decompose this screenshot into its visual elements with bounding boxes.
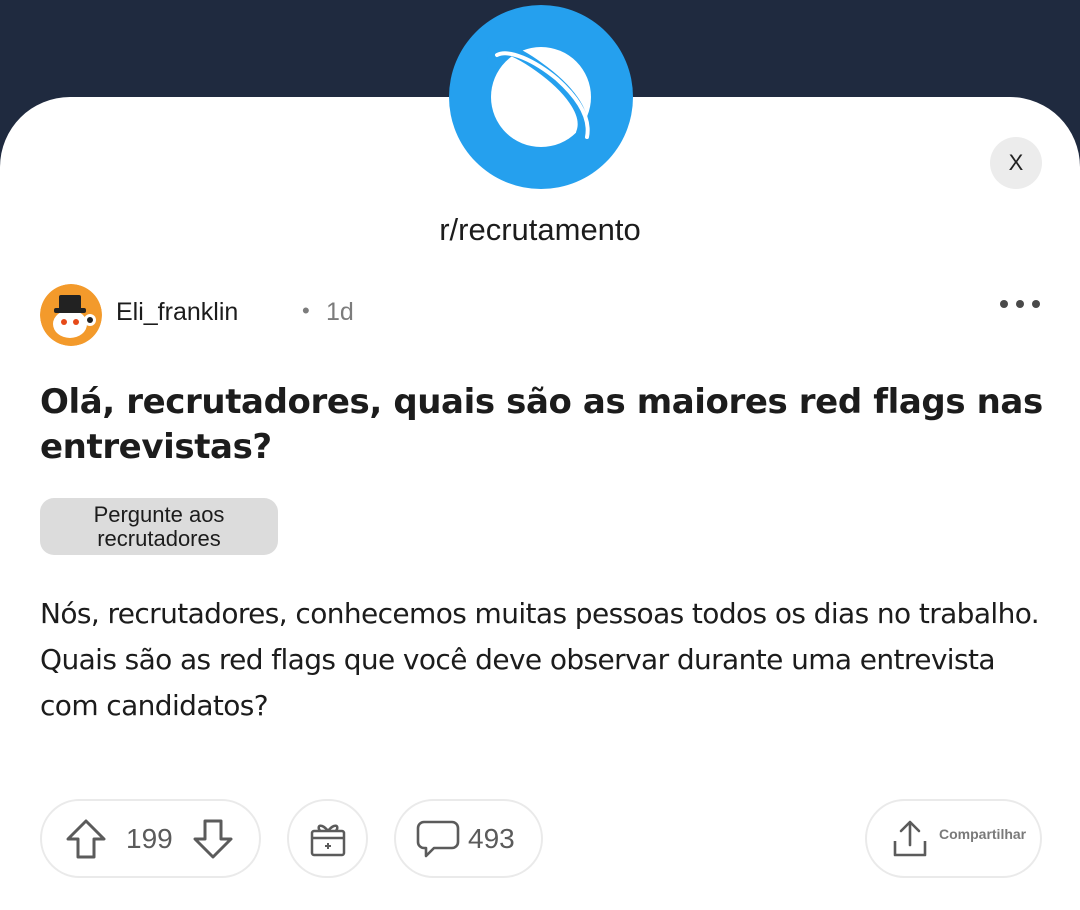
share-button[interactable]: Compartilhar — [865, 799, 1042, 878]
comment-count: 493 — [468, 822, 515, 854]
post-title[interactable]: Olá, recrutadores, quais são as maiores … — [40, 380, 1050, 470]
upvote-arrow-icon — [66, 819, 106, 858]
meta-separator: • — [302, 298, 310, 323]
comment-bubble-icon — [416, 820, 460, 857]
avatar[interactable] — [40, 284, 102, 346]
post-body: Nós, recrutadores, conhecemos muitas pes… — [40, 597, 1040, 722]
post-flair[interactable]: Pergunte aos recrutadores — [40, 498, 278, 555]
award-button[interactable] — [287, 799, 368, 878]
dot-icon — [1032, 300, 1040, 308]
gift-icon — [310, 824, 345, 856]
subreddit-name[interactable]: r/recrutamento — [0, 212, 1080, 248]
upvote-button[interactable] — [64, 817, 108, 861]
more-options-button[interactable] — [1000, 292, 1040, 316]
dot-icon — [1000, 300, 1008, 308]
close-button[interactable]: X — [990, 137, 1042, 189]
downvote-button[interactable] — [191, 817, 235, 861]
post-age: 1d — [326, 298, 354, 326]
dot-icon — [1016, 300, 1024, 308]
vote-bar: 199 — [40, 799, 261, 878]
share-icon-wrap — [891, 819, 929, 859]
author-name[interactable]: Eli_franklin — [116, 298, 238, 327]
comments-button[interactable]: 493 — [394, 799, 543, 878]
planet-icon — [486, 43, 591, 147]
comment-icon-wrap — [416, 818, 460, 860]
close-label: X — [1008, 150, 1024, 175]
share-label: Compartilhar — [939, 825, 1027, 842]
upvote-count: 199 — [126, 822, 173, 854]
avatar-icon — [40, 284, 102, 346]
downvote-arrow-icon — [193, 819, 233, 858]
subreddit-avatar[interactable] — [449, 5, 633, 189]
share-upload-icon — [893, 820, 927, 856]
